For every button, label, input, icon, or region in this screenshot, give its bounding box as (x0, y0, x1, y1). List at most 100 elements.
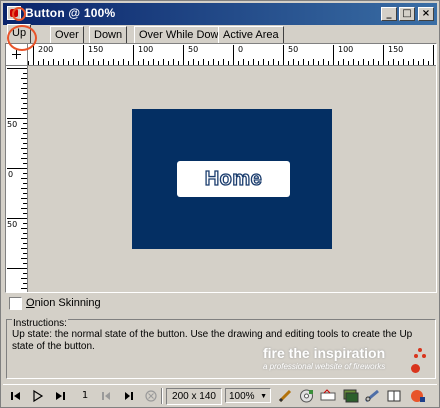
frame-number: 1 (81, 390, 89, 401)
hruler-tick (388, 61, 389, 65)
hruler-tick (63, 59, 64, 65)
canvas-size-field[interactable]: 200 x 140 (166, 388, 222, 405)
hruler-tick (133, 45, 134, 65)
layers-icon[interactable] (342, 388, 359, 404)
chevron-down-icon: ▼ (260, 393, 267, 400)
hruler-tick (318, 61, 319, 65)
play-icon[interactable] (31, 389, 45, 403)
zoom-select[interactable]: 100% ▼ (225, 388, 271, 403)
hruler-tick (123, 59, 124, 65)
vruler-tick (23, 103, 27, 104)
pencil-icon[interactable] (277, 388, 294, 404)
watermark-subtitle: a professional website of fireworks (263, 362, 386, 371)
hruler-tick (33, 45, 34, 65)
last-frame-icon[interactable] (53, 389, 67, 403)
link-icon[interactable] (364, 388, 381, 404)
first-frame-icon[interactable] (9, 389, 23, 403)
maximize-button[interactable]: □ (399, 7, 415, 21)
hruler-tick (403, 59, 404, 65)
vruler-tick (7, 268, 27, 269)
zoom-value: 100% (229, 391, 255, 402)
button-graphic[interactable]: Home (132, 109, 332, 249)
prev-frame-icon[interactable] (99, 389, 113, 403)
hruler-label: 50 (188, 45, 199, 54)
hruler-tick (78, 61, 79, 65)
tab-down[interactable]: Down (89, 26, 128, 44)
hruler-tick (268, 61, 269, 65)
help-icon[interactable] (409, 388, 426, 404)
vruler-tick (23, 153, 27, 154)
hruler-tick (198, 61, 199, 65)
hruler-tick (158, 61, 159, 65)
hruler-tick (263, 59, 264, 65)
onion-mnemonic: O (26, 297, 35, 309)
vruler-tick (21, 88, 27, 89)
vruler-tick (23, 183, 27, 184)
hruler-tick (293, 59, 294, 65)
vruler-tick (21, 198, 27, 199)
vruler-tick (21, 178, 27, 179)
next-frame-icon[interactable] (122, 389, 136, 403)
hruler-tick (53, 59, 54, 65)
vruler-tick (21, 208, 27, 209)
vruler-tick (7, 168, 27, 169)
onion-skinning-checkbox[interactable] (9, 297, 22, 310)
hruler-tick (38, 61, 39, 65)
hruler-tick (383, 45, 384, 65)
hruler-tick (218, 61, 219, 65)
hruler-label: 0 (238, 45, 244, 54)
book-icon[interactable] (386, 388, 403, 404)
hruler-tick (138, 61, 139, 65)
tab-over-while-down[interactable]: Over While Down (134, 26, 230, 44)
hruler-tick (203, 59, 204, 65)
vruler-label: 50 (7, 120, 18, 129)
hruler-tick (183, 45, 184, 65)
horizontal-ruler[interactable]: 200 150 100 50 0 50 100 150 (28, 44, 436, 66)
vruler-tick (23, 213, 27, 214)
vruler-tick (23, 113, 27, 114)
stop-icon[interactable] (144, 389, 158, 403)
vertical-ruler[interactable]: 50 0 50 (6, 66, 28, 292)
hruler-tick (373, 59, 374, 65)
hruler-tick (188, 61, 189, 65)
hruler-tick (243, 59, 244, 65)
hruler-tick (193, 59, 194, 65)
hruler-tick (363, 59, 364, 65)
vruler-tick (23, 93, 27, 94)
hruler-tick (428, 61, 429, 65)
hruler-tick (83, 45, 84, 65)
cd-icon[interactable] (298, 388, 315, 404)
hruler-tick (398, 61, 399, 65)
hruler-tick (108, 61, 109, 65)
tab-active-area[interactable]: Active Area (218, 26, 284, 44)
hruler-tick (168, 61, 169, 65)
hruler-tick (393, 59, 394, 65)
hruler-tick (88, 61, 89, 65)
export-icon[interactable] (320, 388, 337, 404)
vruler-tick (23, 173, 27, 174)
home-button-label[interactable]: Home (177, 161, 290, 197)
hruler-tick (308, 61, 309, 65)
close-button[interactable]: × (418, 7, 434, 21)
vruler-tick (21, 238, 27, 239)
hruler-tick (333, 45, 334, 65)
cursor-highlight-icon (12, 7, 26, 21)
hruler-tick (313, 59, 314, 65)
minimize-button[interactable]: _ (381, 7, 397, 21)
state-tabs: Up Over Down Over While Down Active Area (5, 24, 435, 44)
vruler-tick (23, 273, 27, 274)
hruler-tick (228, 61, 229, 65)
hruler-tick (113, 59, 114, 65)
hruler-tick (118, 61, 119, 65)
button-editor-window: Button @ 100% _ □ × Up Over Down Over Wh… (0, 0, 440, 408)
instructions-title: Instructions: (12, 318, 68, 329)
hruler-tick (423, 59, 424, 65)
vruler-tick (21, 148, 27, 149)
title-bar[interactable]: Button @ 100% _ □ × (3, 3, 437, 25)
hruler-tick (28, 61, 29, 65)
tab-over[interactable]: Over (50, 26, 84, 44)
vruler-tick (23, 203, 27, 204)
hruler-tick (368, 61, 369, 65)
stage-canvas[interactable]: Home (28, 66, 436, 292)
vruler-tick (21, 78, 27, 79)
